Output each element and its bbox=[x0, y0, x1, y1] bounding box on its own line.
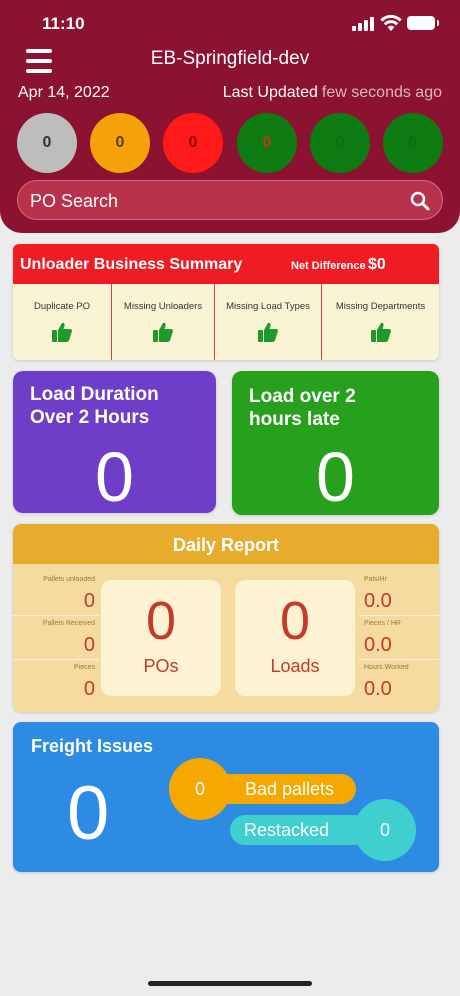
summary-cell-label: Missing Load Types bbox=[226, 301, 310, 312]
status-circles: 0 0 0 0 0 0 bbox=[17, 113, 443, 173]
metric-value: 0 bbox=[83, 678, 95, 700]
status-circle[interactable]: 0 bbox=[310, 113, 370, 173]
summary-cell-missing-unloaders[interactable]: Missing Unloaders bbox=[112, 284, 215, 360]
page-title: EB-Springfield-dev bbox=[150, 48, 310, 69]
metric-value: 0.0 bbox=[364, 590, 392, 612]
load-late-card[interactable]: Load over 2 hours late 0 bbox=[232, 371, 439, 516]
bad-pallets-button[interactable]: Bad pallets bbox=[213, 774, 356, 804]
load-duration-card[interactable]: Load Duration Over 2 Hours 0 bbox=[13, 371, 216, 516]
metric-label: Pallets unloaded bbox=[43, 576, 95, 583]
status-circle[interactable]: 0 bbox=[90, 113, 150, 173]
metric-label: Pallets Received bbox=[42, 620, 95, 627]
status-circle-value: 0 bbox=[42, 134, 52, 151]
bad-pallets-label: Bad pallets bbox=[245, 779, 335, 799]
metric-label: Pieces / HR bbox=[364, 620, 401, 627]
loads-label: Loads bbox=[270, 656, 320, 676]
pos-label: POs bbox=[143, 656, 179, 676]
status-time: 11:10 bbox=[42, 14, 85, 33]
summary-header: Unloader Business Summary Net Difference… bbox=[13, 244, 439, 284]
summary-cells: Duplicate PO Missing Unloaders Missing L… bbox=[13, 284, 439, 360]
freight-issues-card: Freight Issues 0 Bad pallets 0 Restacked… bbox=[13, 722, 439, 872]
status-circle[interactable]: 0 bbox=[237, 113, 297, 173]
summary-cell-label: Missing Departments bbox=[335, 301, 426, 312]
metric-value: 0.0 bbox=[364, 678, 392, 700]
status-circle[interactable]: 0 bbox=[383, 113, 443, 173]
load-duration-title: Load Duration Over 2 Hours bbox=[30, 383, 159, 429]
status-circle-value: 0 bbox=[188, 134, 198, 151]
restacked-label: Restacked bbox=[244, 820, 330, 840]
summary-cell-missing-departments[interactable]: Missing Departments bbox=[322, 284, 439, 360]
metric-pals-per-hr: Pals/Hr 0.0 bbox=[359, 572, 439, 616]
metric-pieces-per-hr: Pieces / HR 0.0 bbox=[359, 616, 439, 660]
load-duration-title-line1: Load Duration bbox=[30, 384, 159, 405]
metric-value: 0.0 bbox=[364, 634, 392, 656]
status-circle-value: 0 bbox=[262, 134, 272, 151]
home-indicator[interactable] bbox=[148, 981, 312, 986]
daily-report-title: Daily Report bbox=[172, 535, 280, 555]
header: 11:10 EB-Springfield-dev Apr 14, 2022 La… bbox=[0, 0, 460, 233]
po-search-input[interactable]: PO Search bbox=[17, 180, 443, 220]
metric-label: Hours Worked bbox=[364, 664, 409, 671]
status-circle-value: 0 bbox=[335, 134, 345, 151]
metric-value: 0 bbox=[83, 634, 95, 656]
status-circle[interactable]: 0 bbox=[17, 113, 77, 173]
loads-value: 0 bbox=[279, 591, 311, 651]
last-updated: Last Updated few seconds ago bbox=[223, 84, 442, 102]
load-late-title: Load over 2 hours late bbox=[249, 385, 356, 431]
metric-hours-worked: Hours Worked 0.0 bbox=[359, 660, 439, 704]
metric-pallets-received: Pallets Received 0 bbox=[13, 616, 99, 660]
daily-report-header: Daily Report bbox=[13, 524, 439, 564]
status-bar: 11:10 bbox=[0, 0, 460, 50]
thumbs-up-icon bbox=[258, 322, 278, 342]
pos-box[interactable]: 0 POs bbox=[101, 580, 221, 696]
status-circle[interactable]: 0 bbox=[163, 113, 223, 173]
thumbs-up-icon bbox=[370, 322, 391, 342]
restacked-value: 0 bbox=[379, 819, 390, 840]
last-updated-value: few seconds ago bbox=[321, 84, 442, 101]
status-circle-value: 0 bbox=[408, 134, 418, 151]
metric-value: 0 bbox=[83, 590, 95, 612]
loads-box[interactable]: 0 Loads bbox=[235, 580, 355, 696]
freight-issues-title: Freight Issues bbox=[31, 736, 154, 756]
summary-cell-label: Duplicate PO bbox=[34, 301, 90, 312]
restacked-count[interactable]: 0 bbox=[354, 799, 416, 861]
load-duration-title-line2: Over 2 Hours bbox=[30, 407, 150, 428]
thumbs-up-icon bbox=[52, 322, 72, 342]
summary-cell-label: Missing Unloaders bbox=[123, 301, 203, 312]
battery-icon bbox=[407, 16, 439, 30]
load-duration-value: 0 bbox=[95, 438, 134, 516]
net-difference-value: $0 bbox=[368, 256, 386, 273]
load-late-title-line1: Load over 2 bbox=[249, 386, 356, 407]
daily-report: Daily Report Pallets unloaded 0 Pallets … bbox=[13, 524, 439, 712]
net-difference-label: Net Difference bbox=[291, 260, 366, 272]
pos-value: 0 bbox=[145, 591, 177, 651]
summary-title: Unloader Business Summary bbox=[20, 256, 243, 273]
summary-cell-missing-load-types[interactable]: Missing Load Types bbox=[215, 284, 322, 360]
bad-pallets-value: 0 bbox=[194, 778, 205, 799]
unloader-business-summary: Unloader Business Summary Net Difference… bbox=[13, 244, 439, 360]
status-circle-value: 0 bbox=[115, 134, 125, 151]
search-icon[interactable] bbox=[410, 191, 430, 211]
metric-pieces: Pieces 0 bbox=[13, 660, 99, 704]
last-updated-label: Last Updated bbox=[222, 84, 318, 101]
load-late-title-line2: hours late bbox=[249, 409, 340, 430]
metric-label: Pieces bbox=[73, 664, 95, 671]
load-late-value: 0 bbox=[316, 438, 355, 516]
metric-pallets-unloaded: Pallets unloaded 0 bbox=[13, 572, 99, 616]
metric-label: Pals/Hr bbox=[364, 576, 387, 583]
freight-issues-value: 0 bbox=[67, 771, 110, 856]
summary-cell-duplicate-po[interactable]: Duplicate PO bbox=[13, 284, 112, 360]
cellular-signal-icon bbox=[352, 17, 376, 31]
search-placeholder: PO Search bbox=[30, 191, 119, 211]
wifi-icon bbox=[380, 14, 402, 31]
thumbs-up-icon bbox=[153, 322, 173, 342]
report-date: Apr 14, 2022 bbox=[18, 84, 110, 101]
bad-pallets-count[interactable]: 0 bbox=[169, 758, 231, 820]
